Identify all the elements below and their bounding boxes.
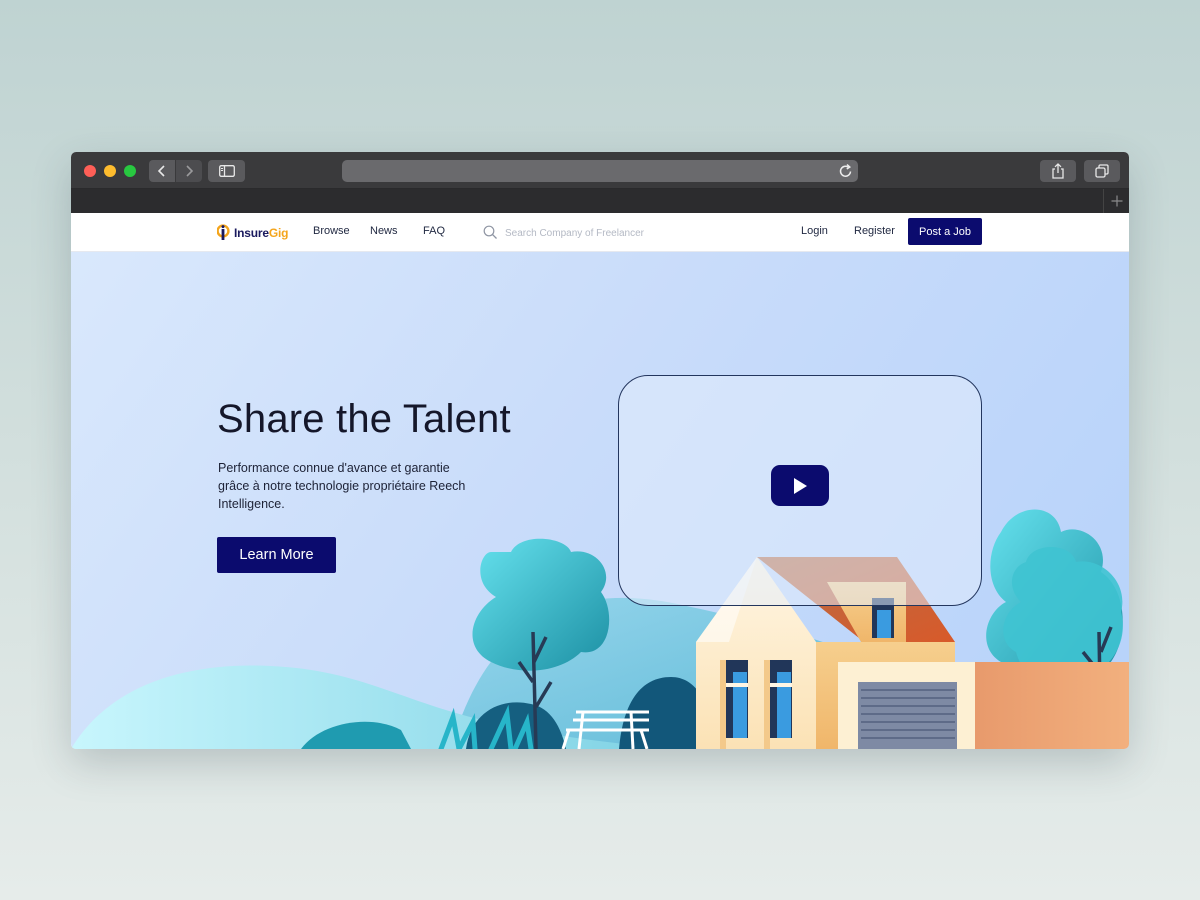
play-button[interactable]	[771, 465, 829, 506]
hero-section: Share the Talent Performance connue d'av…	[71, 252, 1129, 749]
video-player[interactable]	[618, 375, 982, 606]
nav-faq[interactable]: FAQ	[423, 225, 445, 237]
forward-arrow-icon	[186, 165, 194, 177]
address-bar[interactable]	[342, 160, 858, 182]
sidebar-icon	[218, 165, 235, 177]
share-button[interactable]	[1040, 160, 1076, 182]
play-icon	[794, 477, 807, 494]
nav-news[interactable]: News	[370, 225, 398, 237]
register-link[interactable]: Register	[854, 225, 895, 237]
logo-text-suffix: Gig	[268, 226, 289, 240]
logo-text-prefix: Insure	[234, 226, 269, 240]
close-window-button[interactable]	[84, 165, 96, 177]
sidebar-toggle-button[interactable]	[208, 160, 245, 182]
tab-strip	[71, 189, 1129, 213]
login-link[interactable]: Login	[801, 225, 828, 237]
site-header: InsureGig Browse News FAQ Login Register…	[71, 213, 1129, 252]
maximize-window-button[interactable]	[124, 165, 136, 177]
back-button[interactable]	[149, 160, 175, 182]
forward-button[interactable]	[176, 160, 202, 182]
browser-window: InsureGig Browse News FAQ Login Register…	[71, 152, 1129, 749]
back-arrow-icon	[157, 165, 165, 177]
hero-title: Share the Talent	[217, 397, 511, 441]
minimize-window-button[interactable]	[104, 165, 116, 177]
tabs-icon	[1095, 164, 1109, 178]
search-bar	[483, 224, 703, 242]
reload-button[interactable]	[838, 162, 856, 180]
new-tab-button[interactable]	[1103, 189, 1129, 213]
site-logo[interactable]: InsureGig	[217, 223, 288, 243]
search-icon	[483, 225, 497, 239]
browser-titlebar	[71, 152, 1129, 189]
new-tab-plus-icon	[1111, 195, 1122, 207]
nav-browse[interactable]: Browse	[313, 225, 350, 237]
learn-more-button[interactable]: Learn More	[217, 537, 336, 573]
logo-mark-icon	[217, 224, 230, 240]
post-a-job-button[interactable]: Post a Job	[908, 218, 982, 245]
search-input[interactable]	[505, 224, 695, 242]
hero-description: Performance connue d'avance et garantie …	[218, 461, 466, 511]
show-tabs-button[interactable]	[1084, 160, 1120, 182]
share-icon	[1052, 163, 1064, 179]
logo-text: InsureGig	[234, 226, 288, 240]
reload-icon	[839, 163, 852, 177]
